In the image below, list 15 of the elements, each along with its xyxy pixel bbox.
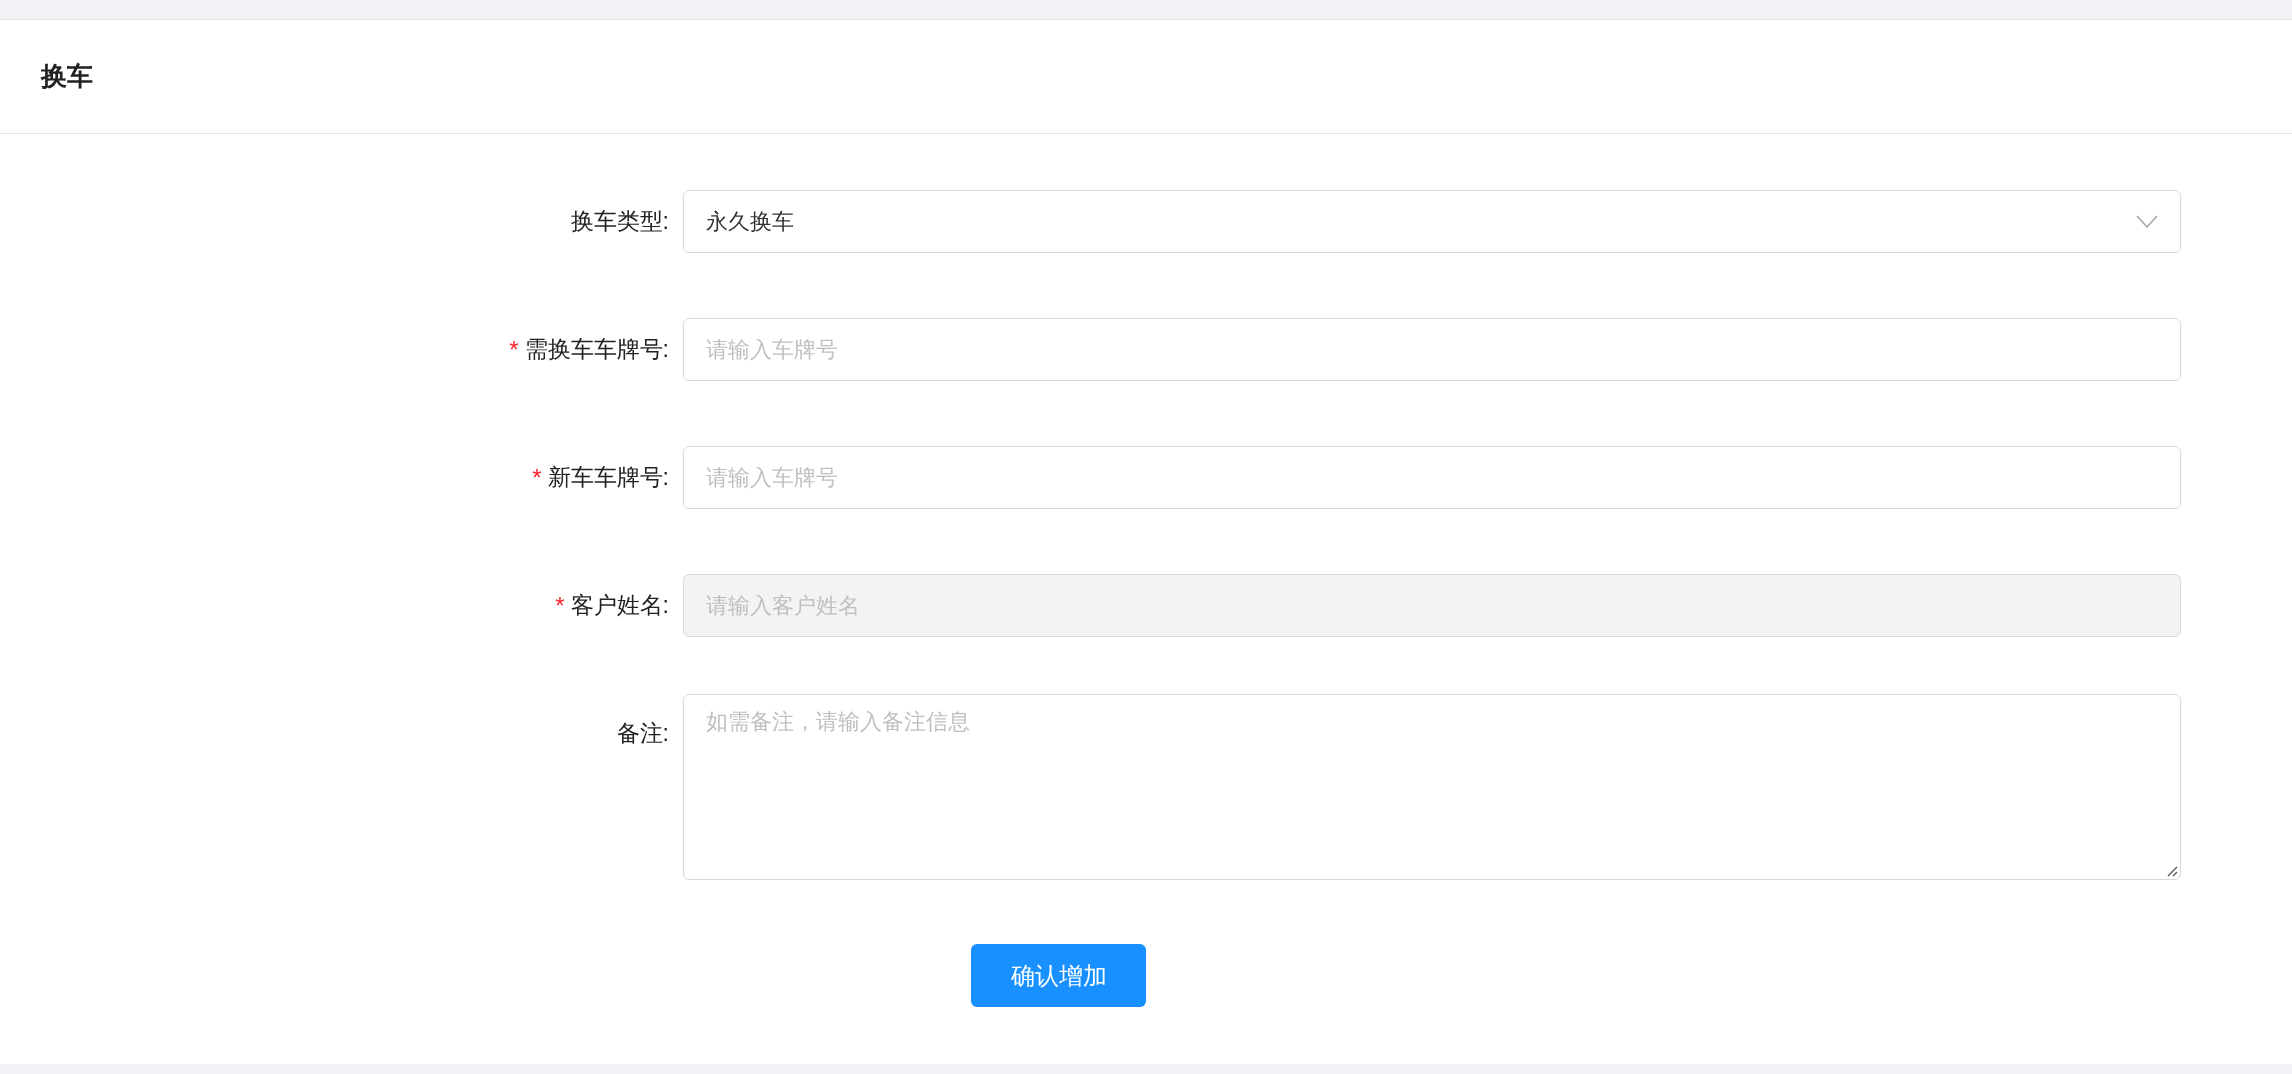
field-label: 备注: (616, 719, 669, 748)
required-mark: * (532, 462, 542, 493)
field-label: 新车车牌号: (547, 463, 669, 493)
page-title: 换车 (41, 60, 93, 93)
field-label: 换车类型: (570, 207, 669, 237)
required-mark: * (509, 334, 519, 365)
required-mark: * (555, 590, 565, 621)
type-select[interactable]: 永久换车 (683, 190, 2181, 253)
input-field[interactable]: 请输入车牌号 (683, 318, 2181, 381)
remark-field[interactable]: 如需备注，请输入备注信息 (683, 694, 2181, 880)
resize-handle-icon[interactable] (2166, 865, 2178, 877)
input-field[interactable]: 请输入车牌号 (683, 446, 2181, 509)
field-label: 需换车车牌号: (524, 335, 669, 365)
field-label: 客户姓名: (570, 591, 669, 621)
chevron-down-icon (2136, 214, 2158, 229)
